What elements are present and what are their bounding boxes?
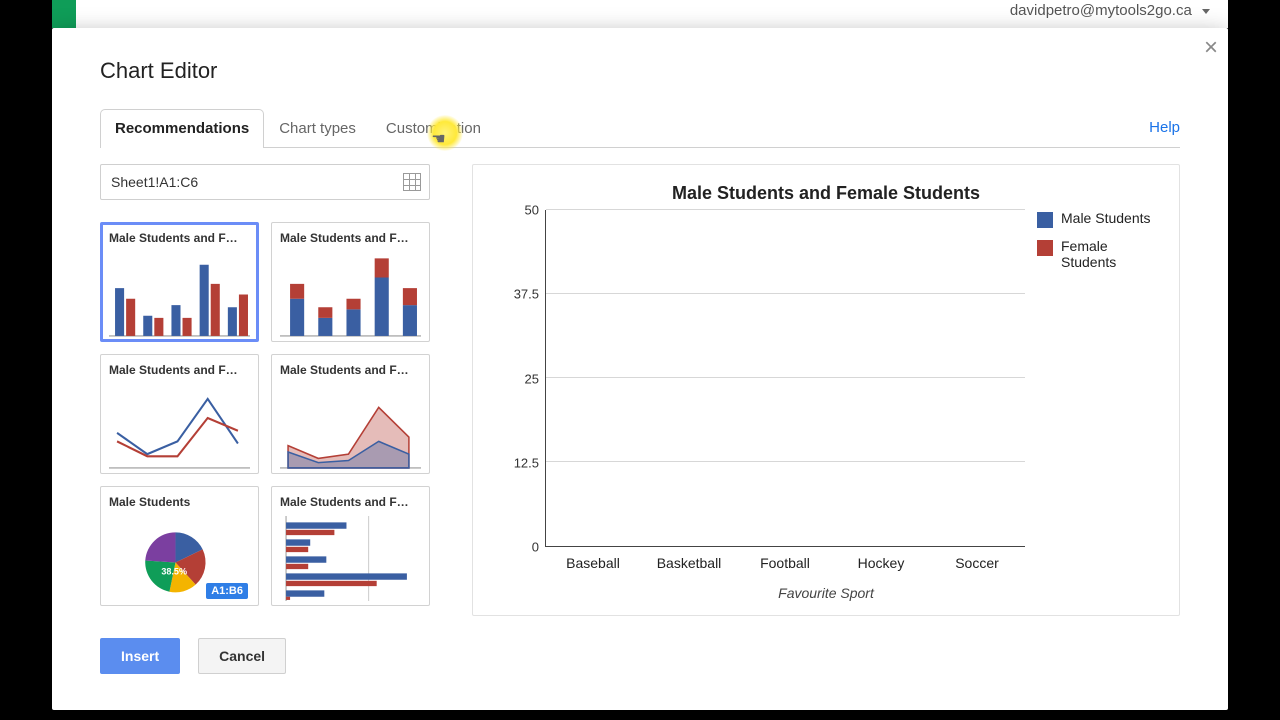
- sheets-logo-icon: [52, 0, 76, 28]
- tab-label: Chart types: [279, 120, 356, 137]
- button-label: Insert: [121, 648, 159, 664]
- thumb-preview: [109, 384, 250, 469]
- data-range-value: Sheet1!A1:C6: [111, 174, 198, 190]
- gridline: [546, 209, 1025, 210]
- legend-label: Male Students: [1061, 210, 1151, 228]
- x-tick-label: Baseball: [545, 547, 641, 571]
- bars-area: [546, 210, 1025, 546]
- recommendation-thumb-stacked-bar[interactable]: Male Students and F…: [271, 222, 430, 342]
- thumb-title: Male Students and F…: [280, 495, 421, 510]
- dialog-title: Chart Editor: [100, 58, 1180, 84]
- help-link[interactable]: Help: [1149, 109, 1180, 147]
- svg-text:38.5%: 38.5%: [161, 567, 187, 577]
- data-range-input[interactable]: Sheet1!A1:C6: [100, 164, 430, 200]
- thumb-title: Male Students and F…: [109, 363, 250, 378]
- sheets-app-background: davidpetro@mytools2go.ca: [52, 0, 1228, 28]
- gridline: [546, 461, 1025, 462]
- y-tick-label: 0: [532, 540, 539, 555]
- legend-swatch-icon: [1037, 212, 1053, 228]
- account-email[interactable]: davidpetro@mytools2go.ca: [1010, 2, 1210, 19]
- legend-label: Female Students: [1061, 238, 1155, 270]
- gridline: [546, 377, 1025, 378]
- y-axis: 012.52537.550: [497, 210, 545, 547]
- thumb-preview: [280, 252, 421, 337]
- button-label: Cancel: [219, 648, 265, 664]
- thumb-preview: [280, 516, 421, 601]
- x-tick-label: Soccer: [929, 547, 1025, 571]
- thumb-preview: [280, 384, 421, 469]
- x-axis-labels: BaseballBasketballFootballHockeySoccer: [545, 547, 1025, 571]
- thumb-title: Male Students and F…: [109, 231, 250, 246]
- chart-title: Male Students and Female Students: [497, 183, 1155, 204]
- recommendation-thumb-area[interactable]: Male Students and F…: [271, 354, 430, 474]
- tab-customization[interactable]: Customization ☚: [371, 109, 496, 148]
- recommendation-thumb-line[interactable]: Male Students and F…: [100, 354, 259, 474]
- thumb-title: Male Students and F…: [280, 363, 421, 378]
- plot-area: [545, 210, 1025, 547]
- x-tick-label: Basketball: [641, 547, 737, 571]
- account-email-text: davidpetro@mytools2go.ca: [1010, 2, 1192, 19]
- thumb-range-badge: A1:B6: [206, 583, 248, 599]
- y-tick-label: 12.5: [514, 455, 539, 470]
- legend-item: Female Students: [1037, 238, 1155, 270]
- recommendation-thumb-hbar[interactable]: Male Students and F…: [271, 486, 430, 606]
- tab-label: Recommendations: [115, 120, 249, 137]
- y-tick-label: 37.5: [514, 287, 539, 302]
- recommendation-thumb-pie[interactable]: Male Students: [100, 486, 259, 606]
- tab-label: Customization: [386, 120, 481, 137]
- cancel-button[interactable]: Cancel: [198, 638, 286, 674]
- chart-preview: Male Students and Female Students 0 12.5 2…: [472, 164, 1180, 616]
- legend-swatch-icon: [1037, 240, 1053, 256]
- help-link-text: Help: [1149, 119, 1180, 136]
- thumb-preview: 38.5% A1:B6: [109, 516, 250, 601]
- thumb-title: Male Students and F…: [280, 231, 421, 246]
- insert-button[interactable]: Insert: [100, 638, 180, 674]
- thumb-title: Male Students: [109, 495, 250, 510]
- y-tick-label: 50: [525, 203, 539, 218]
- select-range-icon[interactable]: [403, 173, 421, 191]
- account-caret-icon: [1202, 9, 1210, 14]
- tabs-row: Recommendations Chart types Customizatio…: [100, 108, 1180, 148]
- legend-item: Male Students: [1037, 210, 1155, 228]
- x-axis-title: Favourite Sport: [497, 585, 1155, 601]
- tab-chart-types[interactable]: Chart types: [264, 109, 371, 148]
- x-tick-label: Football: [737, 547, 833, 571]
- legend: Male Students Female Students: [1025, 210, 1155, 547]
- chart-editor-modal: × Chart Editor Recommendations Chart typ…: [52, 28, 1228, 710]
- thumb-preview: [109, 252, 250, 337]
- tab-recommendations[interactable]: Recommendations: [100, 109, 264, 148]
- y-tick-label: 25: [525, 371, 539, 386]
- recommendation-thumb-grouped-bar[interactable]: Male Students and F…: [100, 222, 259, 342]
- gridline: [546, 293, 1025, 294]
- x-tick-label: Hockey: [833, 547, 929, 571]
